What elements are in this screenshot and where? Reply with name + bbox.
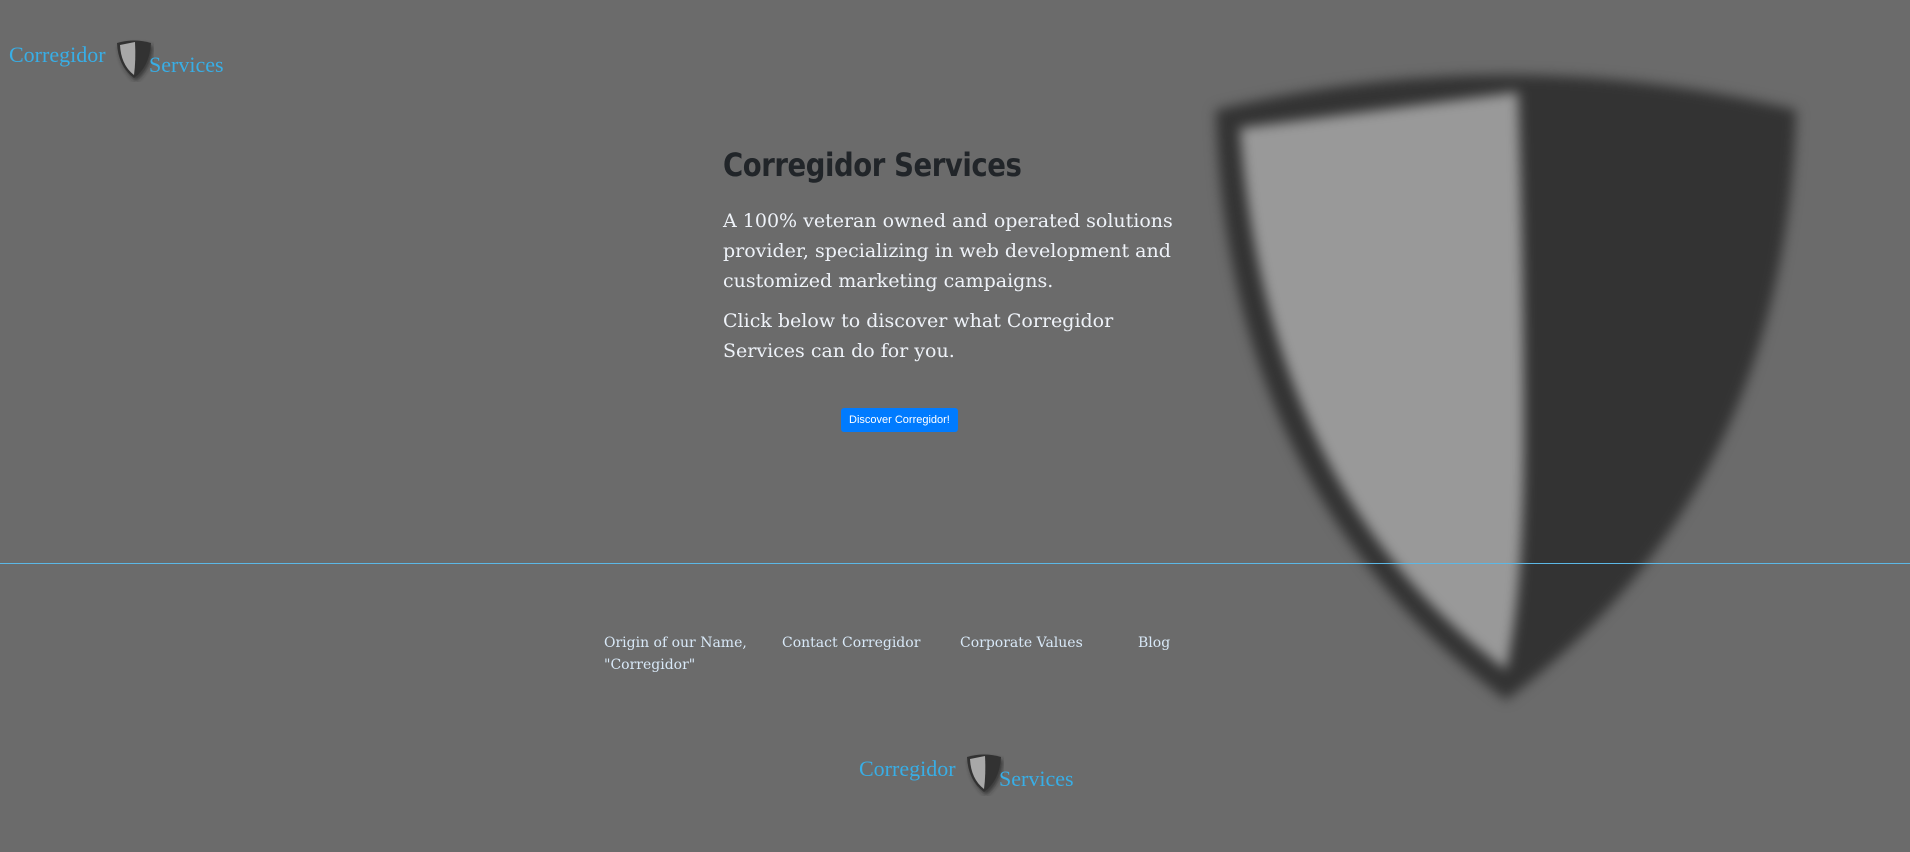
section-divider [0, 563, 1910, 564]
logo-word-services: Services [999, 766, 1074, 791]
discover-corregidor-button[interactable]: Discover Corregidor! [841, 408, 958, 432]
hero-description: A 100% veteran owned and operated soluti… [723, 210, 1173, 292]
shield-icon [967, 754, 1001, 792]
footer-link-blog[interactable]: Blog [1138, 632, 1198, 676]
shield-icon [117, 40, 151, 78]
logo-word-services: Services [149, 52, 224, 77]
large-shield-icon [1216, 75, 1796, 700]
logo-word-corregidor: Corregidor [9, 42, 106, 67]
footer-link-corporate-values[interactable]: Corporate Values [960, 632, 1138, 676]
logo-word-corregidor: Corregidor [859, 756, 956, 781]
hero-call-to-action-text: Click below to discover what Corregidor … [723, 310, 1114, 362]
hero-section: Corregidor Services A 100% veteran owned… [723, 146, 1198, 432]
header-logo-link[interactable]: Corregidor Services [9, 34, 239, 94]
footer-link-origin-of-name[interactable]: Origin of our Name, "Corregidor" [604, 632, 782, 676]
footer-nav: Origin of our Name, "Corregidor" Contact… [604, 632, 1198, 676]
hero-title: Corregidor Services [723, 146, 1022, 184]
footer-logo-link[interactable]: Corregidor Services [859, 748, 1089, 808]
footer-link-contact[interactable]: Contact Corregidor [782, 632, 960, 676]
page: Corregidor Services Corregidor Services … [0, 0, 1910, 852]
